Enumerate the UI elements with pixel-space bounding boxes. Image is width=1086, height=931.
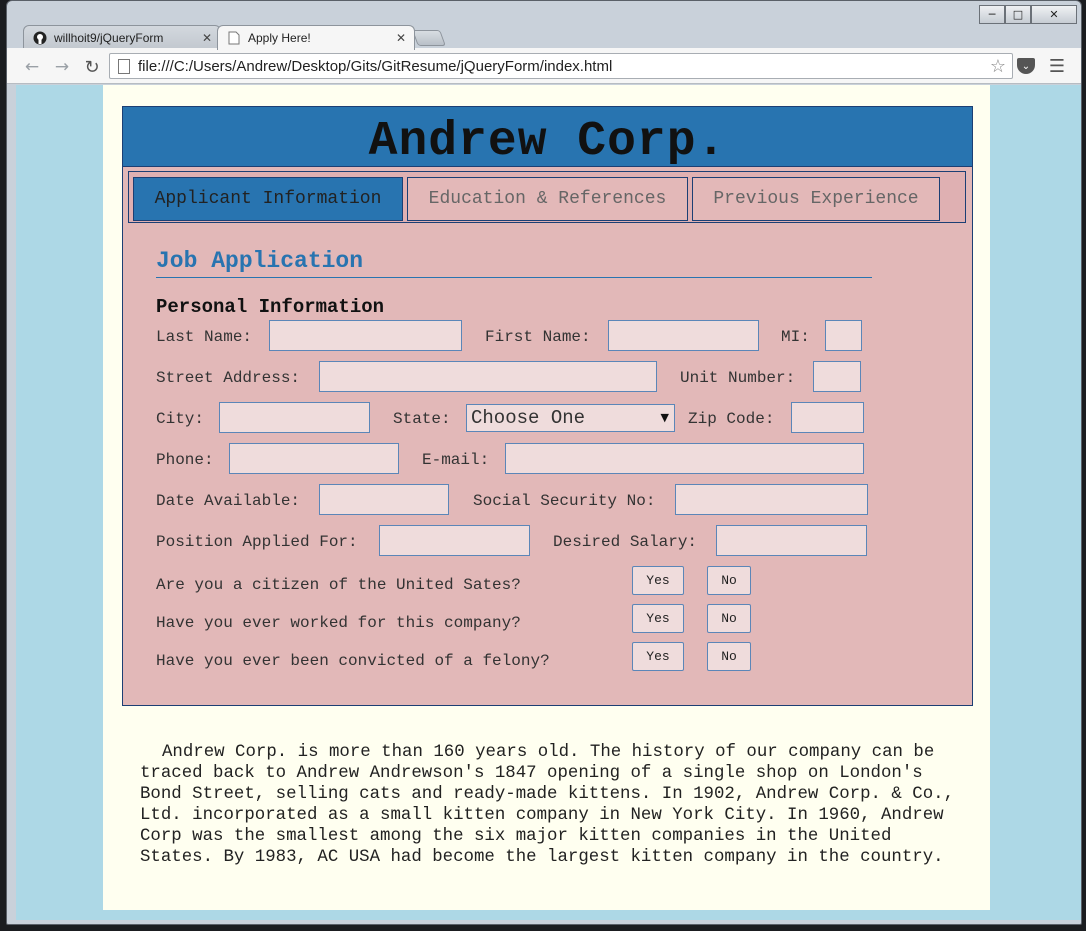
felony-yes-button[interactable]: Yes [632, 642, 684, 671]
company-history-paragraph: Andrew Corp. is more than 160 years old.… [140, 743, 955, 868]
phone-input[interactable] [229, 443, 399, 474]
browser-tab-apply[interactable]: Apply Here! ✕ [217, 25, 415, 50]
desired-salary-label: Desired Salary: [553, 533, 698, 551]
question-worked-here: Have you ever worked for this company? [156, 614, 521, 632]
citizen-yes-button[interactable]: Yes [632, 566, 684, 595]
page-viewport: Andrew Corp. Applicant Information Educa… [16, 85, 1081, 920]
tab-title: Apply Here! [248, 31, 311, 45]
phone-label: Phone: [156, 451, 214, 469]
tab-close-icon[interactable]: ✕ [202, 31, 212, 45]
worked-no-button[interactable]: No [707, 604, 751, 633]
unit-number-input[interactable] [813, 361, 861, 392]
url-text: file:///C:/Users/Andrew/Desktop/Gits/Git… [138, 57, 613, 75]
last-name-label: Last Name: [156, 328, 253, 346]
browser-window: ─ □ ✕ willhoit9/jQueryForm ✕ Apply Here!… [6, 0, 1082, 925]
tab-applicant-information[interactable]: Applicant Information [133, 177, 403, 221]
email-input[interactable] [505, 443, 864, 474]
tab-education-references[interactable]: Education & References [407, 177, 688, 221]
city-label: City: [156, 410, 205, 428]
ssn-input[interactable] [675, 484, 868, 515]
page-content: Andrew Corp. Applicant Information Educa… [103, 85, 990, 910]
tab-close-icon[interactable]: ✕ [396, 31, 406, 45]
zip-code-label: Zip Code: [688, 410, 775, 428]
street-address-label: Street Address: [156, 369, 301, 387]
city-input[interactable] [219, 402, 370, 433]
section-heading: Personal Information [156, 296, 385, 318]
position-input[interactable] [379, 525, 530, 556]
street-address-input[interactable] [319, 361, 657, 392]
browser-toolbar: ← → ↻ file:///C:/Users/Andrew/Desktop/Gi… [7, 48, 1081, 84]
form-header: Andrew Corp. [123, 107, 972, 169]
mi-label: MI: [781, 328, 810, 346]
question-felony: Have you ever been convicted of a felony… [156, 652, 550, 670]
worked-yes-button[interactable]: Yes [632, 604, 684, 633]
ssn-label: Social Security No: [473, 492, 656, 510]
date-available-label: Date Available: [156, 492, 301, 510]
tab-bar: willhoit9/jQueryForm ✕ Apply Here! ✕ [7, 23, 1081, 50]
last-name-input[interactable] [269, 320, 462, 351]
mi-input[interactable] [825, 320, 862, 351]
close-window-button[interactable]: ✕ [1031, 5, 1077, 24]
desired-salary-input[interactable] [716, 525, 867, 556]
application-form: Andrew Corp. Applicant Information Educa… [122, 106, 973, 706]
citizen-no-button[interactable]: No [707, 566, 751, 595]
date-available-input[interactable] [319, 484, 449, 515]
browser-tab-github[interactable]: willhoit9/jQueryForm ✕ [23, 25, 221, 49]
form-tabs: Applicant Information Education & Refere… [128, 171, 966, 223]
state-label: State: [393, 410, 451, 428]
page-icon [226, 30, 242, 46]
tab-title: willhoit9/jQueryForm [54, 30, 164, 45]
back-arrow-icon[interactable]: ← [21, 56, 43, 78]
state-selected-value: Choose One [471, 407, 586, 429]
address-bar[interactable]: file:///C:/Users/Andrew/Desktop/Gits/Git… [109, 53, 1013, 79]
github-icon [32, 30, 48, 46]
bookmark-star-icon[interactable]: ☆ [990, 56, 1006, 77]
first-name-input[interactable] [608, 320, 759, 351]
window-controls: ─ □ ✕ [979, 5, 1077, 24]
maximize-button[interactable]: □ [1005, 5, 1031, 24]
tab-previous-experience[interactable]: Previous Experience [692, 177, 940, 221]
first-name-label: First Name: [485, 328, 591, 346]
minimize-button[interactable]: ─ [979, 5, 1005, 24]
question-citizen: Are you a citizen of the United Sates? [156, 576, 521, 594]
menu-icon[interactable]: ☰ [1047, 56, 1067, 77]
dropdown-arrow-icon: ▼ [660, 411, 669, 424]
state-select[interactable]: Choose One ▼ [466, 404, 675, 432]
felony-no-button[interactable]: No [707, 642, 751, 671]
reload-icon[interactable]: ↻ [81, 56, 103, 78]
company-name: Andrew Corp. [368, 115, 727, 169]
pocket-icon[interactable]: ⌄ [1017, 58, 1035, 74]
unit-number-label: Unit Number: [680, 369, 796, 387]
forward-arrow-icon[interactable]: → [51, 56, 73, 78]
new-tab-button[interactable] [412, 30, 446, 46]
form-title: Job Application [156, 244, 872, 278]
page-icon [118, 58, 130, 74]
position-label: Position Applied For: [156, 533, 358, 551]
zip-code-input[interactable] [791, 402, 864, 433]
email-label: E-mail: [422, 451, 490, 469]
